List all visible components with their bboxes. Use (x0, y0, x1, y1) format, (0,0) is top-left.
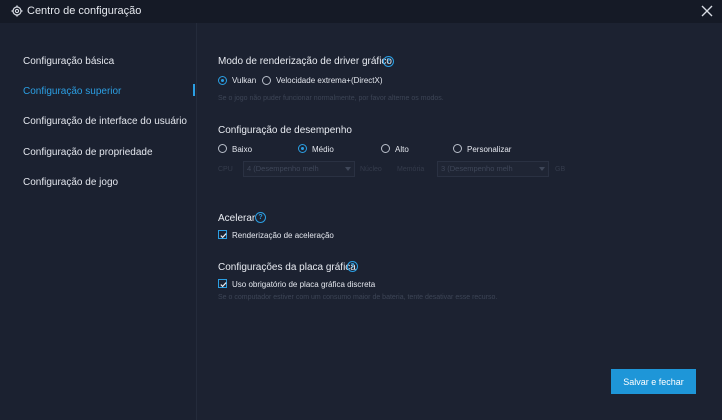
sidebar-active-indicator (193, 84, 195, 96)
chevron-down-icon (345, 167, 351, 171)
radio-directx[interactable] (262, 76, 271, 85)
radio-high[interactable] (381, 144, 390, 153)
cpu-label: CPU (218, 166, 233, 173)
cores-label: Núcleo (360, 166, 382, 173)
sidebar-item-property[interactable]: Configuração de propriedade (23, 147, 153, 158)
chevron-down-icon (539, 167, 545, 171)
title-bar: Centro de configuração (0, 0, 722, 23)
radio-vulkan[interactable] (218, 76, 227, 85)
discrete-gpu-checkbox-label: Uso obrigatório de placa gráfica discret… (232, 280, 376, 289)
close-icon[interactable] (700, 4, 714, 18)
gpu-title: Configurações da placa gráfica (218, 262, 356, 273)
sidebar-item-interface[interactable]: Configuração de interface do usuário (23, 116, 187, 127)
acceleration-checkbox[interactable] (218, 230, 227, 239)
radio-custom-label: Personalizar (467, 145, 512, 154)
check-icon (220, 233, 227, 239)
radio-high-label: Alto (395, 145, 409, 154)
save-and-close-button[interactable]: Salvar e fechar (611, 369, 696, 394)
memory-unit: GB (555, 166, 566, 173)
performance-title: Configuração de desempenho (218, 125, 352, 136)
radio-custom[interactable] (453, 144, 462, 153)
sidebar (0, 23, 196, 420)
check-icon (220, 282, 227, 288)
memory-label: Memória (397, 166, 425, 173)
radio-vulkan-label: Vulkan (232, 76, 257, 85)
cpu-select[interactable]: 4 (Desempenho melh (243, 161, 355, 177)
help-icon[interactable]: ? (255, 212, 266, 223)
help-icon[interactable]: ? (347, 261, 358, 272)
radio-medium-label: Médio (312, 145, 334, 154)
cpu-select-value: 4 (Desempenho melh (247, 164, 319, 173)
help-icon[interactable]: ? (383, 56, 394, 67)
accelerate-title: Acelerar (218, 213, 256, 224)
radio-low[interactable] (218, 144, 227, 153)
memory-select-value: 3 (Desempenho melh (441, 164, 513, 173)
gear-icon (11, 5, 23, 17)
window-title: Centro de configuração (27, 5, 142, 17)
radio-low-label: Baixo (232, 145, 253, 154)
sidebar-item-game[interactable]: Configuração de jogo (23, 177, 118, 188)
memory-select[interactable]: 3 (Desempenho melh (437, 161, 549, 177)
render-mode-title: Modo de renderização de driver gráfico (218, 56, 392, 67)
acceleration-checkbox-label: Renderização de aceleração (232, 231, 334, 240)
sidebar-item-basic[interactable]: Configuração básica (23, 56, 114, 67)
radio-medium[interactable] (298, 144, 307, 153)
gpu-hint: Se o computador estiver com um consumo m… (218, 294, 498, 301)
discrete-gpu-checkbox[interactable] (218, 279, 227, 288)
render-mode-hint: Se o jogo não puder funcionar normalment… (218, 95, 444, 102)
sidebar-item-advanced[interactable]: Configuração superior (23, 86, 121, 97)
sidebar-divider (196, 23, 197, 420)
radio-directx-label: Velocidade extrema+(DirectX) (276, 76, 383, 85)
